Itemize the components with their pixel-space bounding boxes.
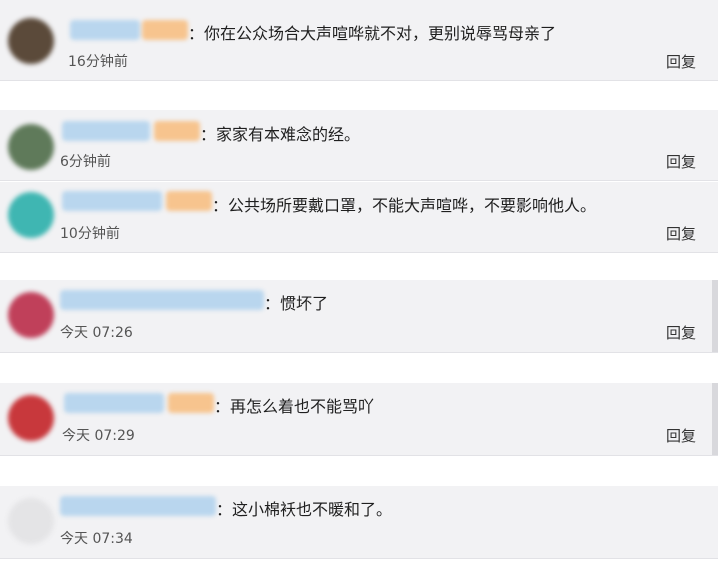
- avatar[interactable]: [8, 498, 54, 544]
- comment-text: ：惯坏了: [264, 294, 329, 313]
- comment-text: ：家家有本难念的经。: [200, 125, 361, 144]
- avatar[interactable]: [8, 292, 54, 338]
- username-blurred[interactable]: [62, 121, 200, 141]
- reply-button[interactable]: 回复: [666, 425, 696, 446]
- comment-time: 16分钟前: [68, 54, 128, 70]
- comment-time: 今天 07:34: [60, 531, 133, 547]
- avatar[interactable]: [8, 395, 54, 441]
- comment-card: ：再怎么着也不能骂吖 今天 07:29 回复: [0, 383, 718, 456]
- comment-card: ：这小棉袄也不暖和了。 今天 07:34: [0, 486, 718, 559]
- scroll-edge: [712, 280, 718, 352]
- comment-text: ：这小棉袄也不暖和了。: [216, 500, 393, 519]
- reply-button[interactable]: 回复: [666, 322, 696, 343]
- avatar[interactable]: [8, 192, 54, 238]
- comment-time: 今天 07:29: [62, 428, 135, 444]
- reply-button[interactable]: 回复: [666, 223, 696, 244]
- comment-text: ：公共场所要戴口罩，不能大声喧哗，不要影响他人。: [212, 196, 597, 215]
- comment-text: ：再怎么着也不能骂吖: [214, 397, 375, 416]
- username-blurred[interactable]: [70, 20, 188, 40]
- comment-time: 10分钟前: [60, 226, 120, 242]
- comment-card: ：公共场所要戴口罩，不能大声喧哗，不要影响他人。 10分钟前 回复: [0, 182, 718, 253]
- username-blurred[interactable]: [64, 393, 214, 413]
- comment-card: ：你在公众场合大声喧哗就不对，更别说辱骂母亲了 16分钟前 回复: [0, 0, 718, 81]
- reply-button[interactable]: 回复: [666, 51, 696, 72]
- scroll-edge: [712, 383, 718, 455]
- reply-button[interactable]: 回复: [666, 151, 696, 172]
- username-blurred[interactable]: [60, 290, 264, 310]
- comment-time: 今天 07:26: [60, 325, 133, 341]
- comment-time: 6分钟前: [60, 154, 111, 170]
- avatar[interactable]: [8, 18, 54, 64]
- username-blurred[interactable]: [62, 191, 212, 211]
- comment-text: ：你在公众场合大声喧哗就不对，更别说辱骂母亲了: [188, 24, 557, 43]
- comment-card: ：惯坏了 今天 07:26 回复: [0, 280, 718, 353]
- username-blurred[interactable]: [60, 496, 216, 516]
- comment-card: ：家家有本难念的经。 6分钟前 回复: [0, 110, 718, 181]
- avatar[interactable]: [8, 124, 54, 170]
